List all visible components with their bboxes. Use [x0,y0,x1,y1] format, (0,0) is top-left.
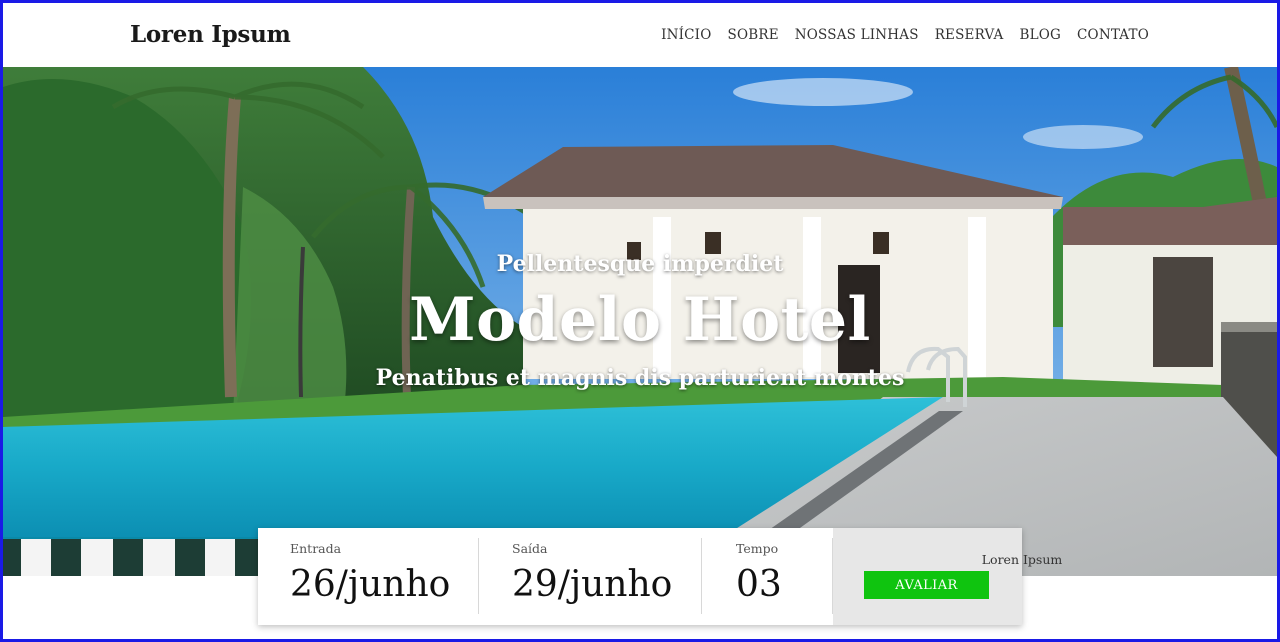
cta-label: Loren Ipsum [981,552,1063,567]
checkout-field[interactable]: Saída 29/junho [479,528,702,625]
site-header: Loren Ipsum INÍCIO SOBRE NOSSAS LINHAS R… [3,3,1277,67]
duration-value[interactable]: 03 [736,564,782,605]
cta-panel: Loren Ipsum AVALIAR [833,528,1062,625]
checkin-value[interactable]: 26/junho [290,564,450,605]
nav-nossas-linhas[interactable]: NOSSAS LINHAS [795,27,919,43]
main-nav: INÍCIO SOBRE NOSSAS LINHAS RESERVA BLOG … [661,27,1149,43]
booking-widget: Entrada 26/junho Saída 29/junho Tempo 03… [258,528,1062,625]
nav-reserva[interactable]: RESERVA [935,27,1004,43]
checkin-field[interactable]: Entrada 26/junho [258,528,479,625]
nav-inicio[interactable]: INÍCIO [661,27,711,43]
site-logo[interactable]: Loren Ipsum [130,21,291,48]
duration-field[interactable]: Tempo 03 [702,528,833,625]
nav-sobre[interactable]: SOBRE [728,27,779,43]
avaliar-button[interactable]: AVALIAR [864,571,989,599]
checkout-value[interactable]: 29/junho [512,564,672,605]
hero-title: Modelo Hotel [409,285,871,355]
checkin-label: Entrada [290,541,342,556]
nav-contato[interactable]: CONTATO [1077,27,1149,43]
hero-subtitle-top: Pellentesque imperdiet [496,251,784,277]
checkout-label: Saída [512,541,548,556]
nav-blog[interactable]: BLOG [1019,27,1061,43]
duration-label: Tempo [736,541,779,556]
hero-subtitle-bottom: Penatibus et magnis dis parturient monte… [375,365,905,391]
hero-banner: Pellentesque imperdiet Modelo Hotel Pena… [3,67,1277,576]
